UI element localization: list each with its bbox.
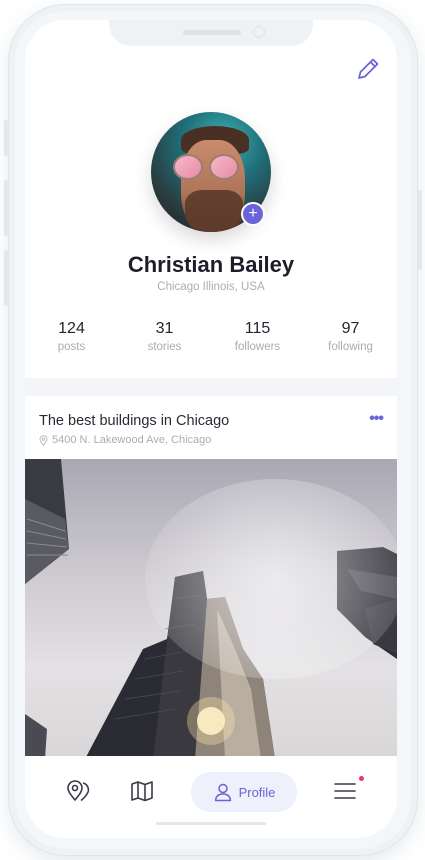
stat-following[interactable]: 97 following <box>304 320 397 353</box>
post-title[interactable]: The best buildings in Chicago <box>39 413 229 429</box>
stat-value: 115 <box>244 320 271 337</box>
sunglasses-lens <box>209 154 239 180</box>
post-card: The best buildings in Chicago ••• 5400 N… <box>25 396 397 759</box>
stat-value: 31 <box>155 320 174 337</box>
tab-profile-label: Profile <box>238 784 276 800</box>
phone-side-button <box>4 180 8 236</box>
phone-notch <box>109 20 313 46</box>
add-photo-button[interactable]: + <box>241 202 265 226</box>
stat-label: followers <box>234 341 281 353</box>
home-indicator <box>156 822 266 825</box>
notification-dot <box>359 776 364 781</box>
speaker-grill <box>183 30 241 35</box>
stat-posts[interactable]: 124 posts <box>25 320 118 353</box>
tab-menu[interactable] <box>332 778 358 804</box>
app-screen: + Christian Bailey Chicago Illinois, USA… <box>25 20 397 838</box>
post-image[interactable] <box>25 459 397 759</box>
profile-location: Chicago Illinois, USA <box>157 281 265 293</box>
tab-profile[interactable]: Profile <box>191 772 297 812</box>
plus-icon: + <box>248 205 258 222</box>
stat-value: 124 <box>58 320 85 337</box>
front-camera <box>253 26 265 38</box>
stat-label: following <box>328 341 373 353</box>
map-icon <box>131 781 153 802</box>
phone-side-button <box>4 250 8 306</box>
edit-profile-button[interactable] <box>355 56 381 82</box>
more-options-button[interactable]: ••• <box>369 410 384 428</box>
profile-card: + Christian Bailey Chicago Illinois, USA… <box>25 20 397 378</box>
stat-stories[interactable]: 31 stories <box>118 320 211 353</box>
stat-value: 97 <box>341 320 360 337</box>
avatar-container[interactable]: + <box>151 112 271 232</box>
avatar-beard <box>185 190 243 232</box>
pencil-icon <box>358 58 379 79</box>
phone-side-button <box>4 120 8 156</box>
sunglasses-lens <box>173 154 203 180</box>
tab-locations[interactable] <box>65 778 91 804</box>
menu-icon <box>334 783 356 799</box>
profile-stats: 124 posts 31 stories 115 followers 97 fo… <box>25 320 397 353</box>
post-location-text: 5400 N. Lakewood Ave, Chicago <box>52 434 212 446</box>
profile-icon <box>214 783 231 802</box>
bottom-tab-bar: Profile <box>25 756 397 838</box>
sky-glow <box>145 479 397 679</box>
phone-side-button <box>418 190 422 270</box>
stat-label: posts <box>57 341 86 353</box>
tab-map[interactable] <box>129 778 155 804</box>
stat-followers[interactable]: 115 followers <box>211 320 304 353</box>
post-location: 5400 N. Lakewood Ave, Chicago <box>39 434 211 446</box>
location-pin-icon <box>67 780 90 802</box>
profile-name: Christian Bailey <box>127 252 295 277</box>
stat-label: stories <box>147 341 182 353</box>
location-pin-icon <box>39 434 48 446</box>
